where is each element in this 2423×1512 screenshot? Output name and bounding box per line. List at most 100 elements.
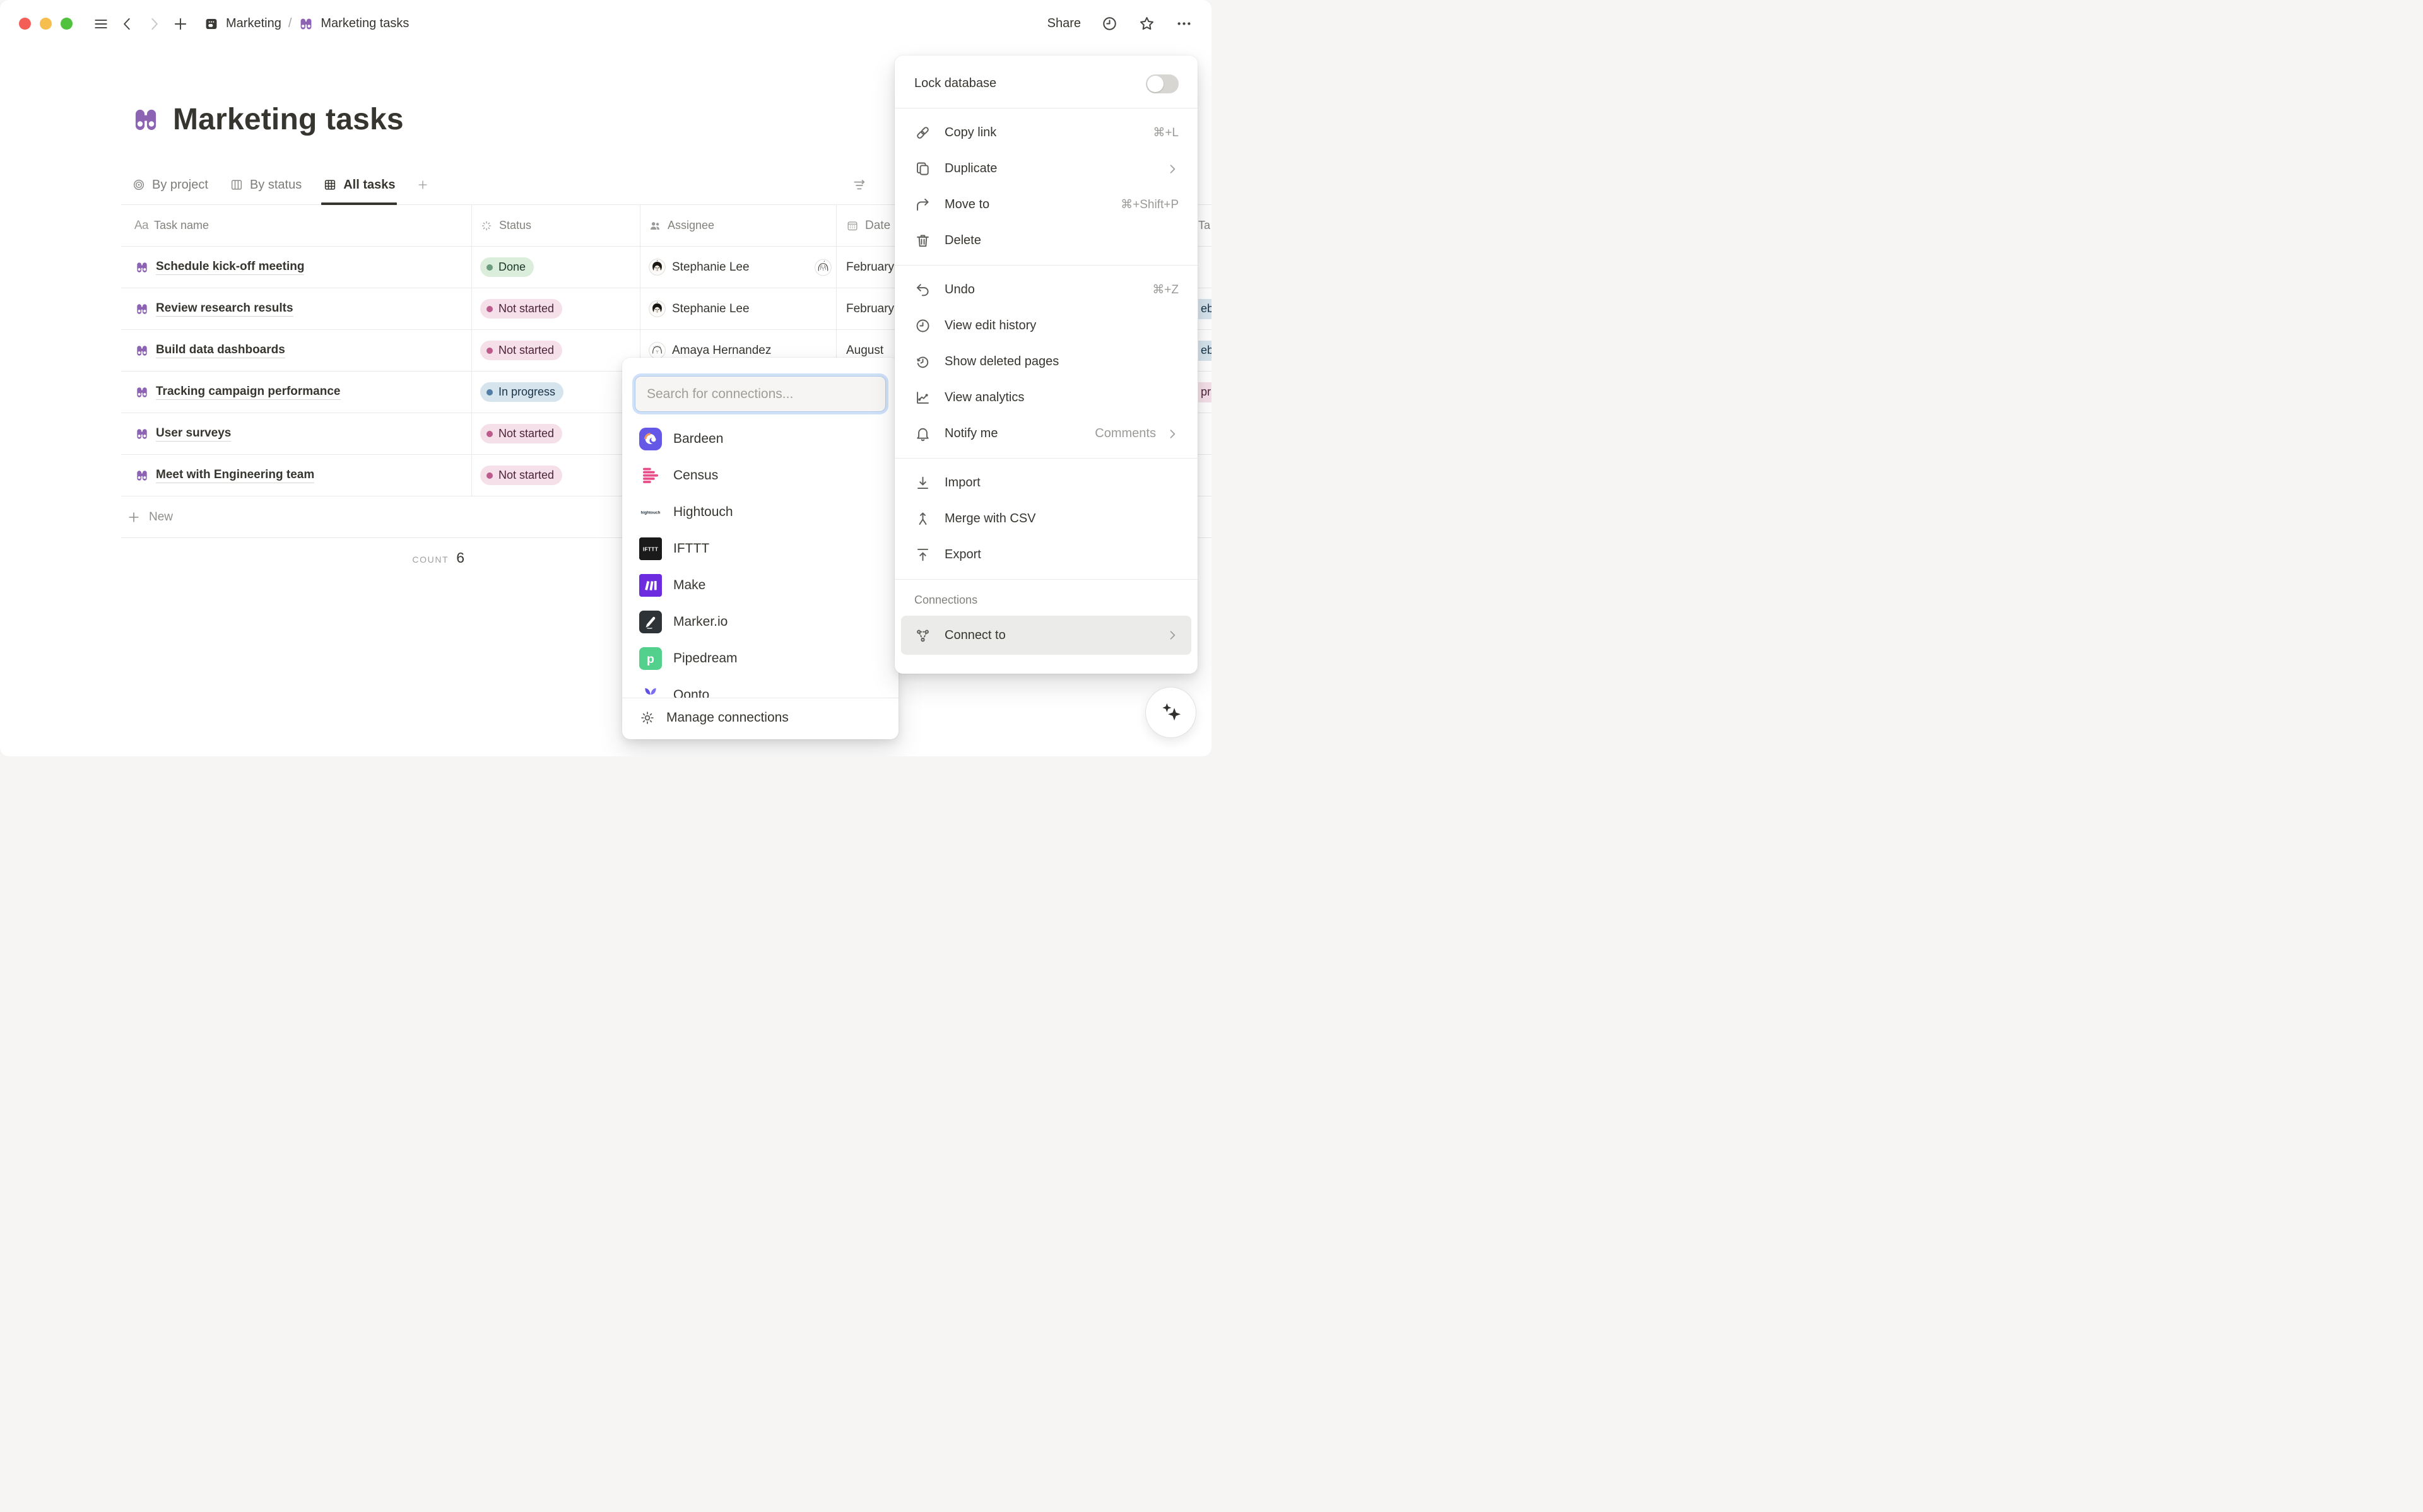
menu-item-view-edit-history[interactable]: View edit history (895, 308, 1198, 344)
connection-label: IFTTT (673, 541, 709, 556)
connection-item-qonto[interactable]: Qonto (622, 677, 899, 698)
menu-item-move-to[interactable]: Move to⌘+Shift+P (895, 187, 1198, 223)
import-icon (914, 474, 931, 491)
connection-item-make[interactable]: Make (622, 567, 899, 604)
manage-connections-button[interactable]: Manage connections (622, 698, 899, 737)
connection-item-pipedream[interactable]: pPipedream (622, 640, 899, 677)
new-page-icon[interactable] (172, 16, 189, 32)
count-row: COUNT 6 (121, 538, 472, 580)
forward-icon[interactable] (146, 16, 162, 32)
status-cell[interactable]: Not started (472, 288, 640, 329)
favorite-star-icon[interactable] (1138, 15, 1155, 32)
back-icon[interactable] (119, 16, 136, 32)
menu-item-duplicate[interactable]: Duplicate (895, 151, 1198, 187)
connection-item-census[interactable]: Census (622, 457, 899, 494)
task-name-link[interactable]: Review research results (156, 302, 293, 317)
close-button[interactable] (19, 18, 31, 30)
assignee-cell[interactable]: Stephanie Lee (640, 288, 837, 329)
column-header-task-name[interactable]: AaTask name (121, 205, 472, 246)
window-controls (19, 18, 73, 30)
tag-cell[interactable] (1197, 413, 1212, 454)
tab-all-tasks[interactable]: All tasks (323, 165, 395, 204)
task-name-link[interactable]: Meet with Engineering team (156, 468, 314, 483)
menu-item-copy-link[interactable]: Copy link⌘+L (895, 115, 1198, 151)
task-name-cell[interactable]: Schedule kick-off meeting (121, 247, 472, 288)
column-header-assignee[interactable]: Assignee (640, 205, 837, 246)
menu-item-notify-me[interactable]: Notify meComments (895, 416, 1198, 452)
menu-item-trailing: Comments (1095, 426, 1156, 441)
connection-label: Census (673, 468, 718, 483)
count-label[interactable]: COUNT (412, 554, 449, 565)
tag-pill-fragment: pr (1198, 382, 1212, 402)
connection-item-hightouch[interactable]: hightouchHightouch (622, 494, 899, 530)
task-name-cell[interactable]: Tracking campaign performance (121, 372, 472, 413)
page-icon-binoculars[interactable] (131, 105, 160, 134)
tab-label: By project (152, 178, 208, 192)
status-cell[interactable]: Not started (472, 455, 640, 496)
lock-database-toggle[interactable] (1146, 74, 1179, 93)
task-name-cell[interactable]: Review research results (121, 288, 472, 329)
status-dot-icon (486, 431, 493, 437)
status-label: Not started (498, 344, 554, 357)
zoom-button[interactable] (61, 18, 73, 30)
tag-cell[interactable] (1197, 455, 1212, 496)
task-name-link[interactable]: Build data dashboards (156, 343, 285, 358)
share-button[interactable]: Share (1047, 16, 1081, 31)
breadcrumb-root[interactable]: Marketing (226, 16, 281, 31)
count-value[interactable]: 6 (456, 549, 464, 566)
sidebar-menu-icon[interactable] (93, 16, 109, 32)
breadcrumb-current[interactable]: Marketing tasks (321, 16, 409, 31)
menu-section-label: Connections (895, 589, 1198, 616)
menu-item-export[interactable]: Export (895, 537, 1198, 573)
connection-item-marker-io[interactable]: Marker.io (622, 604, 899, 640)
tag-cell[interactable]: pr (1197, 372, 1212, 413)
task-name-link[interactable]: Tracking campaign performance (156, 385, 341, 400)
column-header-partial[interactable]: Ta (1197, 205, 1212, 246)
status-pill: Not started (480, 466, 562, 485)
menu-item-label: View edit history (945, 319, 1036, 333)
status-pill: Not started (480, 299, 562, 319)
status-dot-icon (486, 389, 493, 396)
menu-item-import[interactable]: Import (895, 465, 1198, 501)
minimize-button[interactable] (40, 18, 52, 30)
tab-by-status[interactable]: By status (230, 165, 302, 204)
assignee-cell[interactable]: Stephanie Lee (640, 247, 837, 288)
menu-item-view-analytics[interactable]: View analytics (895, 380, 1198, 416)
menu-item-label: Duplicate (945, 161, 997, 176)
task-name-cell[interactable]: Meet with Engineering team (121, 455, 472, 496)
analytics-icon (914, 389, 931, 406)
task-name-link[interactable]: Schedule kick-off meeting (156, 260, 304, 275)
menu-item-undo[interactable]: Undo⌘+Z (895, 272, 1198, 308)
tab-by-project[interactable]: By project (132, 165, 208, 204)
column-header-status[interactable]: Status (472, 205, 640, 246)
menu-item-merge-with-csv[interactable]: Merge with CSV (895, 501, 1198, 537)
svg-text:hightouch: hightouch (641, 511, 661, 515)
add-view-button[interactable] (416, 165, 429, 204)
search-input[interactable] (635, 376, 886, 412)
status-cell[interactable]: Not started (472, 330, 640, 371)
ifttt-icon: IFTTT (639, 537, 662, 560)
menu-item-delete[interactable]: Delete (895, 223, 1198, 259)
menu-item-connect-to[interactable]: Connect to (901, 616, 1191, 655)
connection-label: Bardeen (673, 431, 723, 447)
filter-button[interactable] (852, 165, 868, 205)
status-cell[interactable]: In progress (472, 372, 640, 413)
updates-clock-icon[interactable] (1101, 15, 1118, 32)
menu-item-lock-database[interactable]: Lock database (895, 66, 1198, 102)
tag-cell[interactable]: eb (1197, 330, 1212, 371)
ai-assistant-button[interactable] (1145, 687, 1196, 738)
tag-cell[interactable]: eb (1197, 288, 1212, 329)
tag-cell[interactable] (1197, 247, 1212, 288)
task-name-link[interactable]: User surveys (156, 426, 231, 442)
page-title[interactable]: Marketing tasks (173, 102, 404, 137)
connection-item-bardeen[interactable]: Bardeen (622, 421, 899, 457)
menu-item-show-deleted-pages[interactable]: Show deleted pages (895, 344, 1198, 380)
column-header-label: Status (499, 219, 531, 232)
task-name-cell[interactable]: User surveys (121, 413, 472, 454)
task-name-cell[interactable]: Build data dashboards (121, 330, 472, 371)
status-cell[interactable]: Not started (472, 413, 640, 454)
bell-icon (914, 425, 931, 442)
status-cell[interactable]: Done (472, 247, 640, 288)
more-options-icon[interactable] (1176, 15, 1193, 32)
connection-item-ifttt[interactable]: IFTTT IFTTT (622, 530, 899, 567)
